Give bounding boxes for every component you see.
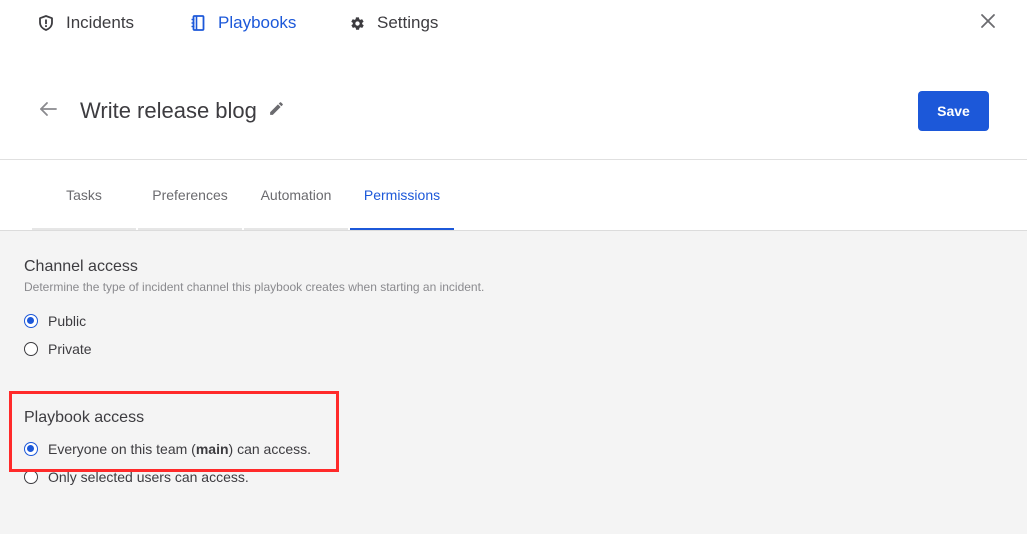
close-icon xyxy=(980,13,996,34)
nav-item-playbooks[interactable]: Playbooks xyxy=(190,10,296,36)
tab-preferences[interactable]: Preferences xyxy=(138,160,242,230)
radio-selected-users[interactable] xyxy=(24,470,38,484)
gear-icon xyxy=(349,15,365,31)
nav-item-label: Settings xyxy=(377,13,439,32)
tab-bar: Tasks Preferences Automation Permissions xyxy=(0,160,1027,230)
top-nav: Incidents Playbooks Settings xyxy=(0,0,1027,46)
channel-access-description: Determine the type of incident channel t… xyxy=(24,280,485,294)
nav-item-settings[interactable]: Settings xyxy=(349,10,438,36)
permissions-panel: Channel access Determine the type of inc… xyxy=(0,231,1027,534)
arrow-left-icon xyxy=(39,101,57,122)
nav-item-label: Playbooks xyxy=(218,13,297,32)
tab-label: Permissions xyxy=(363,187,441,203)
tab-permissions[interactable]: Permissions xyxy=(350,160,454,230)
back-button[interactable] xyxy=(37,100,59,122)
tab-label: Tasks xyxy=(66,187,102,203)
radio-label-prefix: Everyone on this team ( xyxy=(48,441,196,457)
radio-everyone[interactable] xyxy=(24,442,38,456)
channel-private-option[interactable]: Private xyxy=(24,339,92,359)
close-button[interactable] xyxy=(978,13,998,33)
channel-public-option[interactable]: Public xyxy=(24,311,86,331)
highlight-annotation xyxy=(9,391,339,472)
nav-item-label: Incidents xyxy=(66,13,135,32)
team-name: main xyxy=(195,441,229,457)
tab-automation[interactable]: Automation xyxy=(244,160,348,230)
channel-access-title: Channel access xyxy=(24,258,138,275)
playbook-everyone-option[interactable]: Everyone on this team (main) can access. xyxy=(24,439,311,459)
notebook-icon xyxy=(190,15,206,31)
radio-public[interactable] xyxy=(24,314,38,328)
nav-item-incidents[interactable]: Incidents xyxy=(38,10,134,36)
edit-title-button[interactable] xyxy=(266,101,286,121)
tab-tasks[interactable]: Tasks xyxy=(32,160,136,230)
save-button[interactable]: Save xyxy=(918,91,989,131)
radio-label: Private xyxy=(48,341,92,357)
playbook-selected-users-option[interactable]: Only selected users can access. xyxy=(24,467,249,487)
radio-label-suffix: ) can access. xyxy=(228,441,312,457)
tab-label: Preferences xyxy=(152,187,228,203)
shield-icon xyxy=(38,15,54,31)
pencil-icon xyxy=(268,100,285,122)
page-title: Write release blog xyxy=(80,98,257,123)
playbook-access-title: Playbook access xyxy=(24,409,145,426)
tab-label: Automation xyxy=(260,187,332,203)
radio-label: Public xyxy=(48,313,87,329)
radio-private[interactable] xyxy=(24,342,38,356)
radio-label: Only selected users can access. xyxy=(48,469,249,485)
